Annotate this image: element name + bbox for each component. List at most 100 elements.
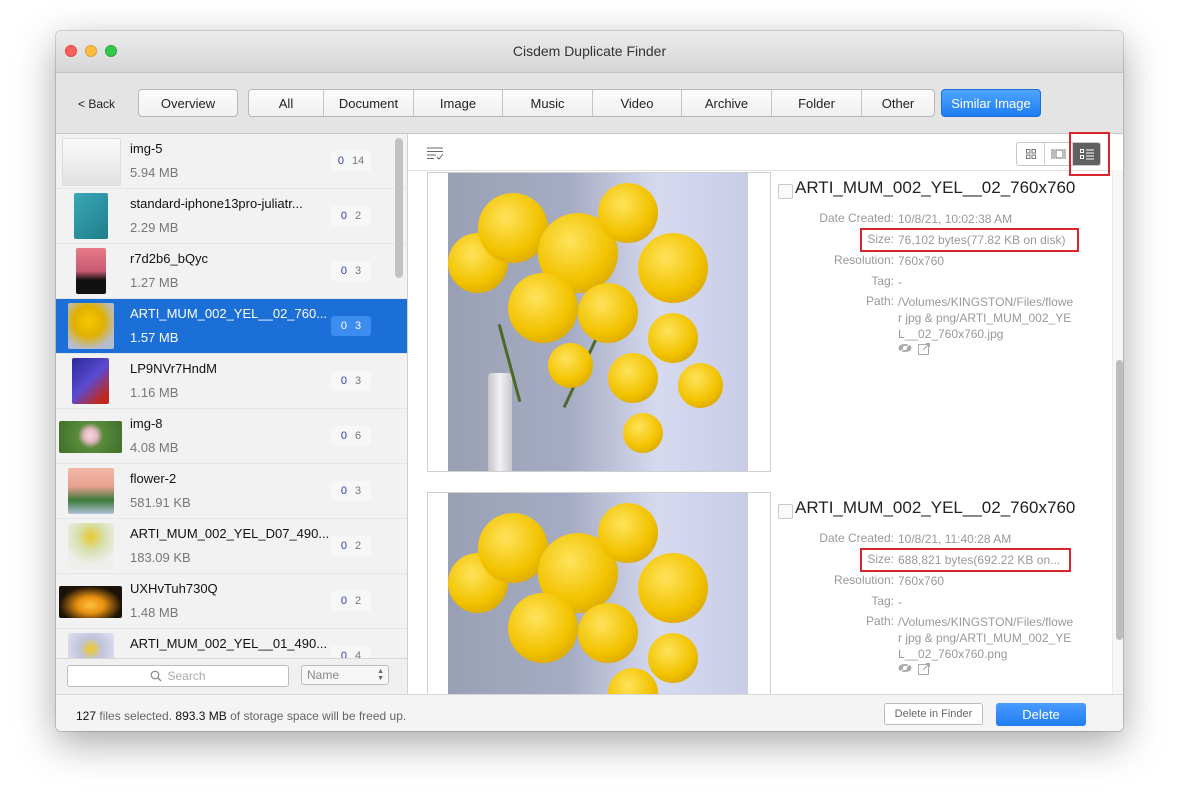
selected-count: 0 xyxy=(341,320,347,332)
overview-button[interactable]: Overview xyxy=(138,89,238,117)
total-count: 3 xyxy=(355,320,361,332)
photo-yellow-mums xyxy=(448,493,748,703)
detail-pane: ARTI_MUM_002_YEL__02_760x760 Date Create… xyxy=(408,134,1123,694)
tab-archive[interactable]: Archive xyxy=(682,90,772,116)
preview-eye-icon[interactable] xyxy=(898,663,912,673)
sidebar-footer: Search Name ▲▼ xyxy=(56,658,408,695)
item-size: 183.09 KB xyxy=(130,550,191,565)
updown-arrows-icon: ▲▼ xyxy=(377,668,384,682)
grid-view-button[interactable] xyxy=(1017,143,1045,165)
sort-select[interactable]: Name ▲▼ xyxy=(301,665,389,685)
file-checkbox[interactable] xyxy=(778,504,793,519)
grid-icon xyxy=(1026,149,1036,159)
total-count: 14 xyxy=(352,155,364,167)
list-item[interactable]: img-5 5.94 MB 0 14 xyxy=(56,134,407,189)
file-actions xyxy=(898,343,930,355)
item-name: img-8 xyxy=(130,416,163,431)
sidebar-scrollbar[interactable] xyxy=(395,138,403,278)
detail-toolbar xyxy=(408,134,1123,171)
list-item[interactable]: r7d2b6_bQyc 1.27 MB 03 xyxy=(56,244,407,299)
selected-count: 0 xyxy=(338,155,344,167)
search-input[interactable]: Search xyxy=(67,665,289,687)
list-item[interactable]: UXHvTuh730Q 1.48 MB 02 xyxy=(56,574,407,629)
file-checkbox[interactable] xyxy=(778,184,793,199)
space-text: of storage space will be freed up. xyxy=(227,709,406,723)
tab-other[interactable]: Other xyxy=(862,90,934,116)
list-item[interactable]: ARTI_MUM_002_YEL_D07_490... 183.09 KB 02 xyxy=(56,519,407,574)
item-size: 1.27 MB xyxy=(130,275,178,290)
date-value: 10/8/21, 10:02:38 AM xyxy=(898,211,1078,227)
item-size: 1.16 MB xyxy=(130,385,178,400)
item-name: ARTI_MUM_002_YEL__01_490... xyxy=(130,636,327,651)
tab-video[interactable]: Video xyxy=(593,90,682,116)
total-count: 3 xyxy=(355,485,361,497)
thumbnail xyxy=(62,138,121,186)
select-filter-icon[interactable] xyxy=(426,146,444,160)
detail-scrollbar[interactable] xyxy=(1116,360,1123,640)
status-text: 127 files selected. 893.3 MB of storage … xyxy=(76,709,406,723)
file-name: ARTI_MUM_002_YEL__02_760x760 xyxy=(795,498,1075,518)
list-item[interactable]: LP9NVr7HndM 1.16 MB 03 xyxy=(56,354,407,409)
tab-folder[interactable]: Folder xyxy=(772,90,862,116)
app-window: Cisdem Duplicate Finder < Back Overview … xyxy=(56,31,1123,731)
item-name: ARTI_MUM_002_YEL__02_760... xyxy=(130,306,327,321)
item-name: standard-iphone13pro-juliatr... xyxy=(130,196,303,211)
selected-count: 0 xyxy=(341,265,347,277)
sort-value: Name xyxy=(307,668,339,682)
list-item[interactable]: img-8 4.08 MB 06 xyxy=(56,409,407,464)
item-name: ARTI_MUM_002_YEL_D07_490... xyxy=(130,526,329,541)
tag-value: - xyxy=(898,594,1078,610)
thumbnail xyxy=(68,633,114,661)
reveal-in-finder-icon[interactable] xyxy=(918,343,930,355)
total-count: 3 xyxy=(355,375,361,387)
count-badge: 03 xyxy=(331,261,371,281)
count-badge: 0 14 xyxy=(331,151,371,171)
image-preview[interactable] xyxy=(427,172,771,472)
category-tabs: All Document Image Music Video Archive F… xyxy=(248,89,935,117)
item-name: UXHvTuh730Q xyxy=(130,581,218,596)
tab-image[interactable]: Image xyxy=(414,90,503,116)
tab-all[interactable]: All xyxy=(249,90,324,116)
path-label: Path: xyxy=(866,614,894,628)
tab-music[interactable]: Music xyxy=(503,90,593,116)
date-label: Date Created: xyxy=(819,531,894,545)
list-item[interactable]: ARTI_MUM_002_YEL__01_490... 290.91 KB 04 xyxy=(56,629,407,661)
item-size: 5.94 MB xyxy=(130,165,178,180)
file-actions xyxy=(898,663,930,675)
photo-yellow-mums xyxy=(448,173,748,471)
back-button[interactable]: < Back xyxy=(78,97,115,111)
item-size: 4.08 MB xyxy=(130,440,178,455)
thumbnail xyxy=(72,358,109,404)
item-name: flower-2 xyxy=(130,471,176,486)
preview-eye-icon[interactable] xyxy=(898,343,912,353)
path-value: /Volumes/KINGSTON/Files/flower jpg & png… xyxy=(898,294,1076,342)
list-item[interactable]: flower-2 581.91 KB 03 xyxy=(56,464,407,519)
date-value: 10/8/21, 11:40:28 AM xyxy=(898,531,1078,547)
image-preview[interactable] xyxy=(427,492,771,704)
thumbnail xyxy=(68,303,114,349)
total-count: 2 xyxy=(355,540,361,552)
search-placeholder: Search xyxy=(167,669,205,683)
similar-image-button[interactable]: Similar Image xyxy=(941,89,1041,117)
total-count: 2 xyxy=(355,210,361,222)
resolution-label: Resolution: xyxy=(834,253,894,267)
title-bar: Cisdem Duplicate Finder xyxy=(56,31,1123,73)
toolbar: < Back Overview All Document Image Music… xyxy=(56,73,1123,134)
item-name: img-5 xyxy=(130,141,163,156)
list-item-selected[interactable]: ARTI_MUM_002_YEL__02_760... 1.57 MB 03 xyxy=(56,299,407,354)
delete-in-finder-button[interactable]: Delete in Finder xyxy=(884,703,983,725)
highlight-box xyxy=(860,548,1071,572)
item-size: 1.48 MB xyxy=(130,605,178,620)
count-badge: 02 xyxy=(331,591,371,611)
tab-document[interactable]: Document xyxy=(324,90,414,116)
tag-label: Tag: xyxy=(871,274,894,288)
path-label: Path: xyxy=(866,294,894,308)
total-count: 3 xyxy=(355,265,361,277)
delete-button[interactable]: Delete xyxy=(996,703,1086,726)
list-item[interactable]: standard-iphone13pro-juliatr... 2.29 MB … xyxy=(56,189,407,244)
item-size: 1.57 MB xyxy=(130,330,178,345)
tag-label: Tag: xyxy=(871,594,894,608)
resolution-value: 760x760 xyxy=(898,573,1078,589)
reveal-in-finder-icon[interactable] xyxy=(918,663,930,675)
count-badge: 03 xyxy=(331,481,371,501)
